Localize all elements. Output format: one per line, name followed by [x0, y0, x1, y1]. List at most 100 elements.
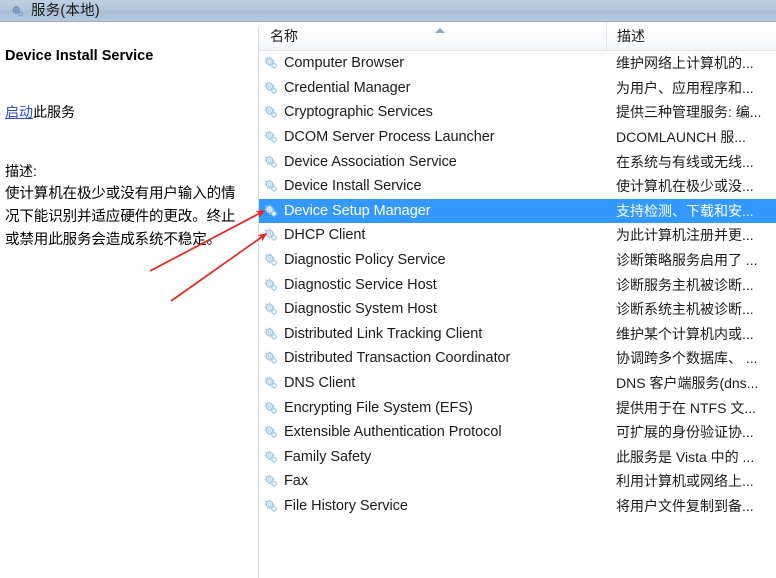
row-service-name: Fax [284, 473, 309, 490]
row-description-cell: 诊断系统主机被诊断... [616, 301, 754, 318]
service-gear-icon [263, 277, 279, 293]
description-text: 使计算机在极少或没有用户输入的情 况下能识别并适应硬件的更改。终止 或禁用此服务… [5, 183, 255, 252]
description-label: 描述: [5, 163, 37, 179]
table-row[interactable]: Diagnostic Service Host 诊断服务主机被诊断... [259, 272, 776, 297]
service-gear-icon [263, 55, 279, 71]
row-description-cell: DCOMLAUNCH 服... [616, 129, 746, 146]
window-titlebar: 服务(本地) [0, 0, 776, 22]
services-console-window: 服务(本地) Device Install Service 启动此服务 描述: … [0, 0, 776, 578]
sort-ascending-icon [435, 28, 445, 33]
row-service-name: Device Install Service [284, 178, 422, 195]
row-description-cell: 诊断服务主机被诊断... [616, 276, 754, 293]
table-row[interactable]: Encrypting File System (EFS) 提供用于在 NTFS 文… [259, 395, 776, 420]
service-gear-icon [263, 449, 279, 465]
table-row[interactable]: Diagnostic Policy Service 诊断策略服务启用了 ... [259, 248, 776, 273]
row-name-cell: Encrypting File System (EFS) [259, 395, 606, 420]
row-service-name: Diagnostic Service Host [284, 276, 437, 293]
row-name-cell: File History Service [259, 494, 606, 519]
service-gear-icon [263, 203, 279, 219]
service-details-pane: Device Install Service 启动此服务 描述: 使计算机在极少… [0, 22, 258, 578]
row-description-cell: 此服务是 Vista 中的 ... [616, 448, 755, 465]
row-description-cell: 使计算机在极少或没... [616, 178, 754, 195]
service-gear-icon [263, 252, 279, 268]
table-row[interactable]: Fax 利用计算机或网络上... [259, 469, 776, 494]
row-service-name: Cryptographic Services [284, 104, 433, 121]
table-row[interactable]: Credential Manager 为用户、应用程序和... [259, 76, 776, 101]
service-gear-icon [263, 350, 279, 366]
row-service-name: DHCP Client [284, 227, 366, 244]
start-service-line: 启动此服务 [5, 102, 75, 122]
description-line: 或禁用此服务会造成系统不稳定。 [5, 232, 221, 248]
row-description-cell: 在系统与有线或无线... [616, 153, 754, 170]
description-line: 使计算机在极少或没有用户输入的情 [5, 186, 236, 202]
row-service-name: Distributed Link Tracking Client [284, 325, 483, 342]
selected-service-heading: Device Install Service [5, 48, 154, 64]
row-name-cell: Diagnostic System Host [259, 297, 606, 322]
row-description-cell: 支持检测、下载和安... [616, 202, 754, 219]
row-name-cell: Cryptographic Services [259, 100, 606, 125]
row-name-cell: Fax [259, 469, 606, 494]
table-row[interactable]: Distributed Transaction Coordinator 协调跨多个… [259, 346, 776, 371]
row-description-cell: 为此计算机注册并更... [616, 227, 754, 244]
row-service-name: Computer Browser [284, 55, 405, 72]
table-row[interactable]: DCOM Server Process Launcher DCOMLAUNCH 服… [259, 125, 776, 150]
row-description-cell: 维护某个计算机内或... [616, 325, 754, 342]
table-row[interactable]: Cryptographic Services 提供三种管理服务: 编... [259, 100, 776, 125]
services-list-pane: 名称 描述 Computer Browser 维护网络上计算机的... Creden… [258, 22, 776, 578]
row-description-cell: 提供用于在 NTFS 文... [616, 399, 756, 416]
table-row[interactable]: Family Safety 此服务是 Vista 中的 ... [259, 445, 776, 470]
window-title: 服务(本地) [31, 2, 100, 19]
table-row[interactable]: Computer Browser 维护网络上计算机的... [259, 51, 776, 76]
row-name-cell: DHCP Client [259, 223, 606, 248]
row-service-name: File History Service [284, 497, 408, 514]
service-gear-icon [263, 129, 279, 145]
list-column-headers: 名称 描述 [259, 22, 776, 51]
service-gear-icon [263, 227, 279, 243]
services-list-rows: Computer Browser 维护网络上计算机的... Credential M… [259, 51, 776, 518]
table-row[interactable]: DHCP Client 为此计算机注册并更... [259, 223, 776, 248]
table-row[interactable]: Device Association Service 在系统与有线或无线... [259, 149, 776, 174]
table-row[interactable]: File History Service 将用户文件复制到备... [259, 494, 776, 519]
gear-icon [10, 4, 25, 19]
row-description-cell: 协调跨多个数据库、 ... [616, 350, 758, 367]
row-service-name: Diagnostic Policy Service [284, 252, 446, 269]
table-row[interactable]: Distributed Link Tracking Client 维护某个计算机内… [259, 322, 776, 347]
row-description-cell: 利用计算机或网络上... [616, 473, 754, 490]
service-gear-icon [263, 424, 279, 440]
row-name-cell: Distributed Transaction Coordinator [259, 346, 606, 371]
row-name-cell: Extensible Authentication Protocol [259, 420, 606, 445]
row-service-name: DNS Client [284, 375, 356, 392]
service-gear-icon [263, 104, 279, 120]
row-service-name: Family Safety [284, 448, 372, 465]
table-row[interactable]: Diagnostic System Host 诊断系统主机被诊断... [259, 297, 776, 322]
column-header-name-label: 名称 [270, 28, 298, 44]
row-name-cell: Diagnostic Policy Service [259, 248, 606, 273]
service-gear-icon [263, 498, 279, 514]
table-row[interactable]: DNS Client DNS 客户端服务(dns... [259, 371, 776, 396]
row-description-cell: 为用户、应用程序和... [616, 79, 754, 96]
row-service-name: DCOM Server Process Launcher [284, 129, 495, 146]
description-line: 况下能识别并适应硬件的更改。终止 [5, 209, 236, 225]
row-name-cell: Computer Browser [259, 51, 606, 76]
service-gear-icon [263, 80, 279, 96]
row-name-cell: Device Association Service [259, 149, 606, 174]
service-gear-icon [263, 154, 279, 170]
row-service-name: Extensible Authentication Protocol [284, 424, 502, 441]
row-service-name: Distributed Transaction Coordinator [284, 350, 511, 367]
row-description-cell: 维护网络上计算机的... [616, 55, 754, 72]
row-name-cell: Device Install Service [259, 174, 606, 199]
row-service-name: Diagnostic System Host [284, 301, 437, 318]
row-description-cell: 提供三种管理服务: 编... [616, 104, 762, 121]
table-row[interactable]: Device Install Service 使计算机在极少或没... [259, 174, 776, 199]
table-row[interactable]: Extensible Authentication Protocol 可扩展的身份… [259, 420, 776, 445]
row-description-cell: 诊断策略服务启用了 ... [616, 252, 758, 269]
service-gear-icon [263, 473, 279, 489]
row-name-cell: Family Safety [259, 445, 606, 470]
row-name-cell: Distributed Link Tracking Client [259, 322, 606, 347]
row-service-name: Device Setup Manager [284, 202, 431, 219]
service-gear-icon [263, 301, 279, 317]
column-header-name[interactable]: 名称 [259, 22, 606, 50]
column-header-description[interactable]: 描述 [606, 22, 776, 50]
table-row[interactable]: Device Setup Manager 支持检测、下载和安... [259, 198, 776, 224]
start-service-link[interactable]: 启动 [5, 104, 33, 120]
